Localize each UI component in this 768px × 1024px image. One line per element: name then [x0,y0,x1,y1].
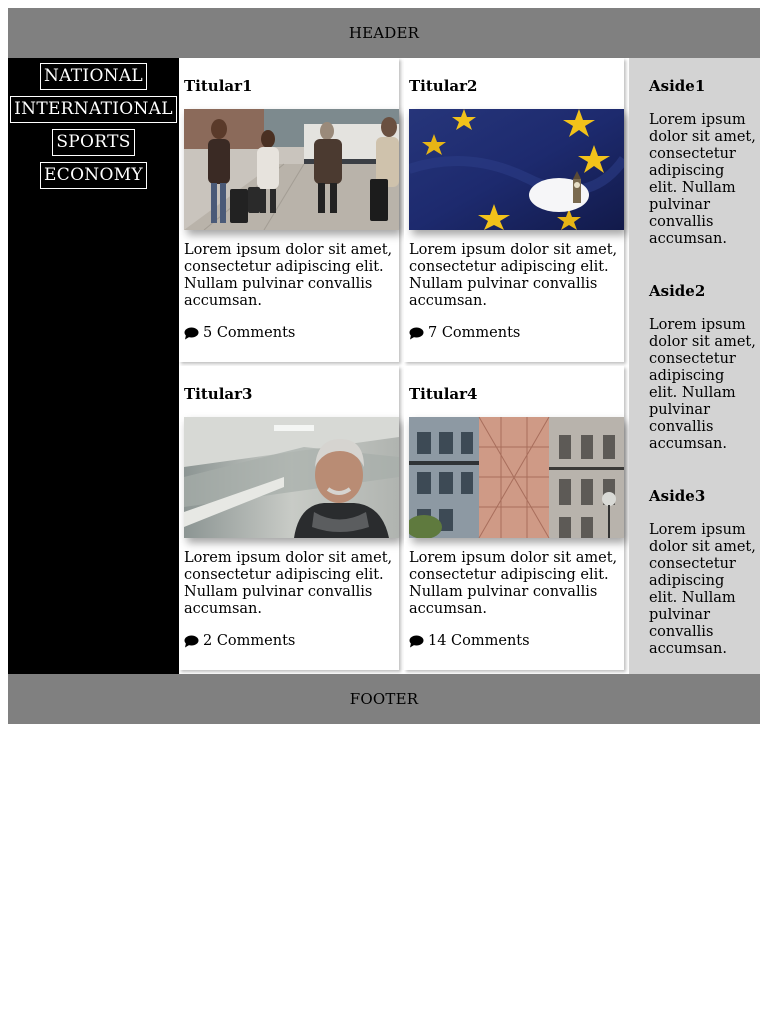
comments-link[interactable]: 5 Comments [184,324,295,342]
page-footer: FOOTER [8,674,760,724]
article-title[interactable]: Titular4 [409,385,477,403]
nav-item-sports[interactable]: SPORTS [52,129,135,156]
man-portrait-photo [184,417,399,538]
nav-item-national[interactable]: NATIONAL [39,63,148,90]
article-image[interactable] [184,417,399,538]
train-station-photo [184,109,399,230]
aside-block: Aside3 Lorem ipsum dolor sit amet, conse… [649,487,757,658]
article-card: Titular1 Lorem ipsum dolor sit amet, con… [179,58,399,362]
aside-panel: Aside1 Lorem ipsum dolor sit amet, conse… [629,58,760,674]
aside-block: Aside1 Lorem ipsum dolor sit amet, conse… [649,77,757,248]
article-image[interactable] [409,417,624,538]
article-image[interactable] [184,109,399,230]
nav-item-international[interactable]: INTERNATIONAL [10,96,177,123]
comment-bubble-icon [409,635,424,647]
article-card: Titular3 Lorem ipsum dolor sit amet, con… [179,366,399,670]
article-title[interactable]: Titular2 [409,77,477,95]
eu-flag-big-ben-photo [409,109,624,230]
article-card: Titular4 Lorem ipsum dolor sit amet, con… [404,366,624,670]
buildings-scaffolding-photo [409,417,624,538]
aside-title: Aside2 [649,282,706,300]
article-image[interactable] [409,109,624,230]
article-excerpt: Lorem ipsum dolor sit amet, consectetur … [409,550,618,617]
footer-label: FOOTER [349,690,419,708]
comment-bubble-icon [409,327,424,339]
comments-link[interactable]: 2 Comments [184,632,295,650]
aside-text: Lorem ipsum dolor sit amet, consectetur … [649,112,756,247]
page-header: HEADER [8,8,760,58]
article-title[interactable]: Titular3 [184,385,252,403]
comments-link[interactable]: 14 Comments [409,632,530,650]
article-card: Titular2 Lorem ipsum dolor sit amet, con… [404,58,624,362]
article-title[interactable]: Titular1 [184,77,252,95]
articles-grid: Titular1 Lorem ipsum dolor sit amet, con… [179,58,629,674]
comments-count: 5 Comments [203,325,296,341]
sidebar-nav: NATIONAL INTERNATIONAL SPORTS ECONOMY [8,58,179,674]
header-label: HEADER [348,24,420,42]
aside-block: Aside2 Lorem ipsum dolor sit amet, conse… [649,282,757,453]
article-excerpt: Lorem ipsum dolor sit amet, consectetur … [409,242,618,309]
article-excerpt: Lorem ipsum dolor sit amet, consectetur … [184,242,393,309]
comment-bubble-icon [184,635,199,647]
comment-bubble-icon [184,327,199,339]
article-excerpt: Lorem ipsum dolor sit amet, consectetur … [184,550,393,617]
comments-link[interactable]: 7 Comments [409,324,520,342]
aside-title: Aside1 [649,77,706,95]
aside-text: Lorem ipsum dolor sit amet, consectetur … [649,522,756,657]
aside-title: Aside3 [649,487,706,505]
aside-text: Lorem ipsum dolor sit amet, consectetur … [649,317,756,452]
nav-item-economy[interactable]: ECONOMY [40,162,147,189]
comments-count: 14 Comments [428,633,530,649]
comments-count: 2 Comments [203,633,296,649]
comments-count: 7 Comments [428,325,521,341]
